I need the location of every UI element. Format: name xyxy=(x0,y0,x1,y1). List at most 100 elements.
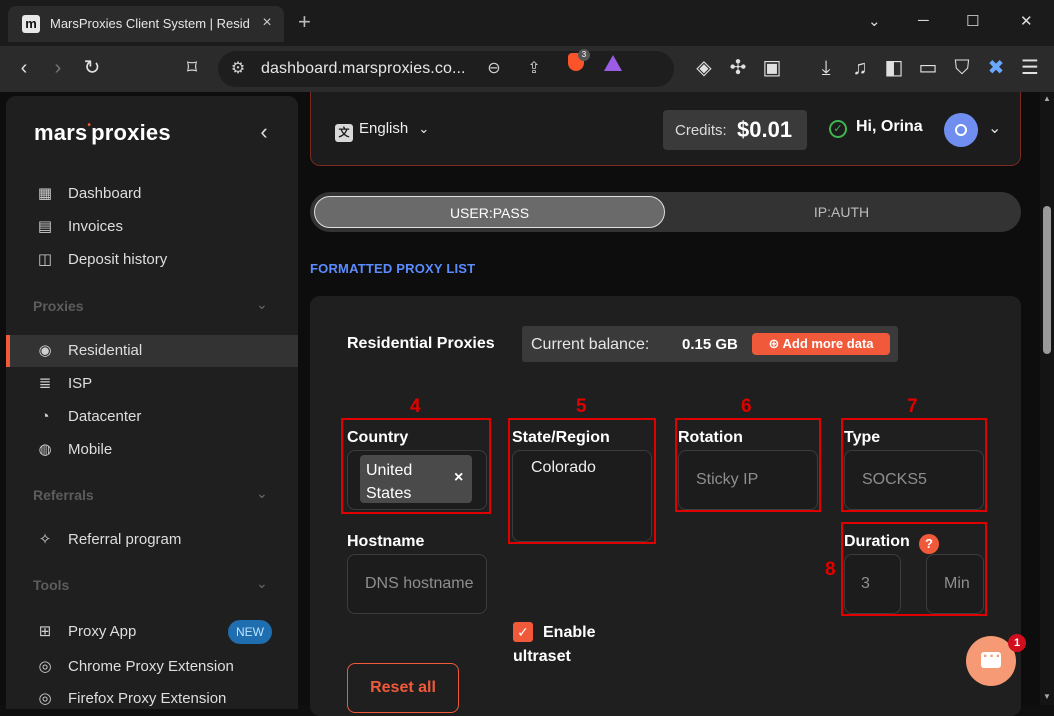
state-value: Colorado xyxy=(531,459,596,476)
site-settings-icon[interactable]: ⚙ xyxy=(228,59,248,79)
sidebar: mars•proxies ‹ ▦ Dashboard ▤ Invoices ◫ … xyxy=(6,96,298,709)
ultraset-checkbox[interactable]: ✓ xyxy=(513,622,533,642)
translate-icon: 文 xyxy=(335,124,353,142)
country-chip: United States × xyxy=(360,455,472,503)
annotation-number: 4 xyxy=(410,396,421,417)
menu-icon[interactable]: ☰ xyxy=(1018,56,1042,80)
country-select[interactable]: United States × xyxy=(347,450,487,510)
browser-tab[interactable]: m MarsProxies Client System | Residentia… xyxy=(8,6,284,42)
invoice-icon: ▤ xyxy=(37,218,53,235)
page-scrollbar[interactable]: ▲ ▼ xyxy=(1040,92,1054,705)
hostname-input[interactable]: DNS hostname xyxy=(347,554,487,614)
browser-tab-strip: m MarsProxies Client System | Residentia… xyxy=(0,0,1054,46)
mobile-pin-icon: ◍ xyxy=(38,441,52,458)
sidebar-item-chrome-extension[interactable]: ◎ Chrome Proxy Extension xyxy=(6,651,298,683)
annotation-number: 7 xyxy=(907,396,918,417)
page-content: mars•proxies ‹ ▦ Dashboard ▤ Invoices ◫ … xyxy=(0,92,1054,716)
new-tab-button[interactable]: + xyxy=(298,11,311,33)
share-icon[interactable]: ⇪ xyxy=(524,59,544,79)
chat-unread-badge: 1 xyxy=(1008,634,1026,652)
referral-icon: ✧ xyxy=(38,531,52,548)
ai-extension-icon[interactable]: ✖ xyxy=(984,56,1008,80)
deposit-history-icon: ◫ xyxy=(37,251,53,268)
sidebar-item-isp[interactable]: ≣ ISP xyxy=(6,368,298,400)
close-window-button[interactable]: ✕ xyxy=(1020,12,1033,30)
type-select[interactable]: SOCKS5 xyxy=(844,450,984,510)
extension-lock-icon[interactable]: ◈ xyxy=(692,56,716,80)
duration-label: Duration xyxy=(844,533,910,550)
sidebar-item-proxy-app[interactable]: ⊞ Proxy App NEW xyxy=(6,616,298,648)
back-icon[interactable]: ‹ xyxy=(12,56,36,80)
chevron-down-icon[interactable]: ⌄ xyxy=(256,296,268,313)
remove-chip-icon[interactable]: × xyxy=(454,469,463,487)
balance-box: Current balance: 0.15 GB ⊕ Add more data xyxy=(522,326,898,362)
sidebar-item-firefox-extension[interactable]: ◎ Firefox Proxy Extension xyxy=(6,683,298,715)
referrals-section-header[interactable]: Referrals xyxy=(33,487,94,503)
downloads-icon[interactable]: ⤓ xyxy=(814,56,838,80)
extensions-icon[interactable]: ✣ xyxy=(726,56,750,80)
add-more-data-button[interactable]: ⊕ Add more data xyxy=(752,333,890,355)
sidebar-item-dashboard[interactable]: ▦ Dashboard xyxy=(6,178,298,210)
duration-value-input[interactable]: 3 xyxy=(844,554,901,614)
verified-check-icon: ✓ xyxy=(829,120,847,138)
tools-section-header[interactable]: Tools xyxy=(33,577,69,593)
reload-icon[interactable]: ↻ xyxy=(80,56,104,80)
screenshot-icon[interactable]: ▣ xyxy=(760,56,784,80)
formatted-proxy-list-link[interactable]: FORMATTED PROXY LIST xyxy=(310,261,475,276)
forward-icon[interactable]: › xyxy=(46,56,70,80)
proxies-section-header[interactable]: Proxies xyxy=(33,298,84,314)
scrollbar-thumb[interactable] xyxy=(1043,206,1051,354)
firefox-icon: ◎ xyxy=(38,690,52,707)
tab-list-chevron-icon[interactable]: ⌄ xyxy=(868,12,881,30)
tab-close-icon[interactable]: × xyxy=(258,14,276,32)
chevron-down-icon[interactable]: ⌄ xyxy=(256,485,268,502)
reset-all-button[interactable]: Reset all xyxy=(347,663,459,713)
rotation-select[interactable]: Sticky IP xyxy=(678,450,818,510)
tab-user-pass[interactable]: USER:PASS xyxy=(314,196,665,228)
sidebar-item-referral-program[interactable]: ✧ Referral program xyxy=(6,524,298,556)
marsproxies-logo[interactable]: mars•proxies xyxy=(34,120,171,146)
dashboard-icon: ▦ xyxy=(37,185,53,202)
zoom-icon[interactable]: ⊖ xyxy=(484,59,504,79)
pie-icon: ◔ xyxy=(40,408,50,425)
credits-display: Credits: $0.01 xyxy=(663,110,807,150)
avatar[interactable] xyxy=(944,113,978,147)
top-header: 文 English ⌄ Credits: $0.01 ✓ Hi, Orina ⌄ xyxy=(310,92,1021,166)
country-label: Country xyxy=(347,429,409,446)
tab-ip-auth[interactable]: IP:AUTH xyxy=(666,196,1017,228)
credits-value: $0.01 xyxy=(737,117,793,142)
sidebar-toggle-icon[interactable]: ◧ xyxy=(882,56,906,80)
brave-rewards-icon[interactable] xyxy=(604,55,622,71)
user-menu-chevron-icon[interactable]: ⌄ xyxy=(988,118,1001,138)
sidebar-item-residential[interactable]: ◉ Residential xyxy=(6,335,298,367)
sidebar-item-invoices[interactable]: ▤ Invoices xyxy=(6,211,298,243)
location-pin-icon: ◉ xyxy=(38,342,52,359)
scroll-down-icon[interactable]: ▼ xyxy=(1043,692,1051,701)
browser-toolbar: ‹ › ↻ ⌑ ⚙ dashboard.marsproxies.co... ⊖ … xyxy=(0,46,1054,92)
sidebar-item-datacenter[interactable]: ◔ Datacenter xyxy=(6,401,298,433)
media-icon[interactable]: ♫ xyxy=(848,56,872,80)
sidebar-item-mobile[interactable]: ◍ Mobile xyxy=(6,434,298,466)
collapse-sidebar-button[interactable]: ‹ xyxy=(254,120,274,144)
duration-unit-select[interactable]: Min xyxy=(926,554,984,614)
annotation-number: 5 xyxy=(576,396,587,417)
minimize-button[interactable]: ─ xyxy=(918,12,929,29)
language-selector[interactable]: 文 English ⌄ xyxy=(335,120,429,142)
rotation-label: Rotation xyxy=(678,429,743,446)
hostname-label: Hostname xyxy=(347,533,425,550)
sidebar-item-deposit-history[interactable]: ◫ Deposit history xyxy=(6,244,298,276)
bookmark-icon[interactable]: ⌑ xyxy=(180,56,204,80)
chevron-down-icon: ⌄ xyxy=(418,121,430,136)
scroll-up-icon[interactable]: ▲ xyxy=(1043,94,1051,103)
app-grid-icon: ⊞ xyxy=(38,623,52,640)
help-icon[interactable]: ? xyxy=(919,534,939,554)
user-greeting: Hi, Orina xyxy=(856,118,923,135)
state-select[interactable]: Colorado xyxy=(512,450,652,542)
url-text: dashboard.marsproxies.co... xyxy=(261,60,466,77)
chevron-down-icon[interactable]: ⌄ xyxy=(256,575,268,592)
maximize-button[interactable]: ☐ xyxy=(966,12,979,30)
wallet-icon[interactable]: ▭ xyxy=(916,56,940,80)
balance-value: 0.15 GB xyxy=(682,336,738,353)
chrome-icon: ◎ xyxy=(38,658,52,675)
vpn-icon[interactable]: ⛉ xyxy=(950,56,974,80)
